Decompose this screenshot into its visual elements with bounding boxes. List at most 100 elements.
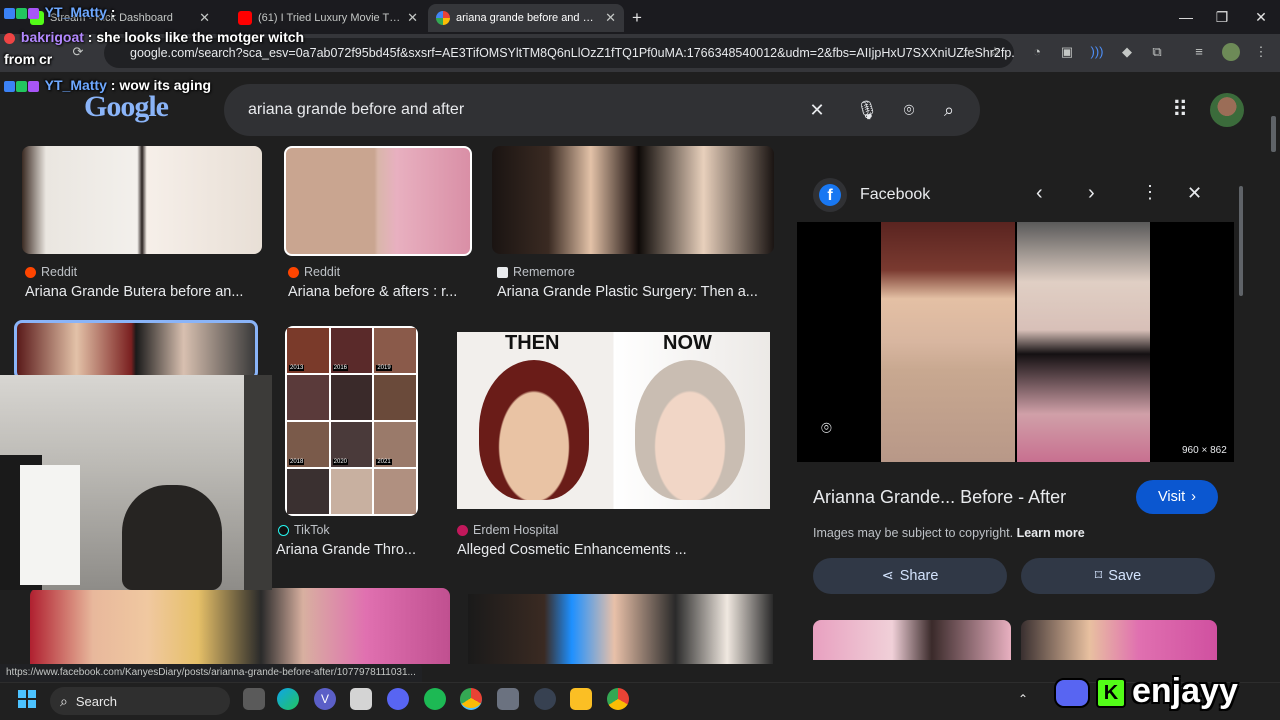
panel-title[interactable]: Arianna Grande... Before - After bbox=[813, 487, 1066, 508]
extension-media-icon[interactable]: ▣ bbox=[1058, 43, 1076, 61]
result-image-7[interactable] bbox=[468, 594, 773, 664]
page-scrollbar[interactable] bbox=[1271, 116, 1276, 152]
learn-more-link[interactable]: Learn more bbox=[1017, 526, 1085, 540]
visit-button[interactable]: Visit › bbox=[1136, 480, 1218, 514]
tab-youtube[interactable]: (61) I Tried Luxury Movie Theat ✕ bbox=[230, 4, 426, 32]
close-window-button[interactable]: ✕ bbox=[1243, 6, 1279, 28]
extension-eyes-icon[interactable]: ◔ bbox=[1028, 43, 1046, 61]
result-source-2[interactable]: Reddit bbox=[288, 265, 340, 279]
preview-image-frame[interactable]: ⌾ 960 × 862 bbox=[797, 222, 1234, 462]
tray-expand-icon[interactable]: ⌃ bbox=[1018, 692, 1028, 706]
save-button[interactable]: ⌑ Save bbox=[1021, 558, 1215, 594]
reload-icon[interactable]: ⟳ bbox=[69, 43, 87, 61]
result-source-3[interactable]: Rememore bbox=[497, 265, 575, 279]
extensions-puzzle-icon[interactable]: ⧉ bbox=[1148, 43, 1166, 61]
chat-badges-icon bbox=[4, 7, 39, 19]
search-icon[interactable]: ⌕ bbox=[936, 97, 962, 123]
image-dimensions: 960 × 862 bbox=[1182, 445, 1227, 456]
youtube-icon bbox=[238, 11, 252, 25]
source-label: Rememore bbox=[513, 265, 575, 279]
result-image-1[interactable] bbox=[22, 146, 262, 254]
snipping-tool-icon[interactable] bbox=[350, 688, 372, 710]
collage-cell: 2016 bbox=[330, 328, 373, 373]
brand-name: enjayy bbox=[1132, 672, 1238, 710]
google-logo[interactable]: Google bbox=[84, 90, 169, 124]
result-image-2[interactable] bbox=[284, 146, 472, 256]
lens-search-icon[interactable]: ⌾ bbox=[896, 97, 922, 123]
share-icon: ⋖ bbox=[881, 568, 894, 584]
next-image-icon[interactable]: › bbox=[1088, 182, 1095, 205]
edge-icon[interactable] bbox=[277, 688, 299, 710]
result-title-4[interactable]: Ariana Grande Thro... bbox=[276, 542, 426, 558]
media-controls-icon[interactable]: ≡ bbox=[1190, 43, 1208, 61]
related-image-1[interactable] bbox=[813, 620, 1011, 660]
result-source-4[interactable]: TikTok bbox=[278, 523, 330, 537]
minimize-button[interactable]: — bbox=[1168, 6, 1204, 28]
calculator-icon[interactable] bbox=[497, 688, 519, 710]
chrome-icon[interactable] bbox=[460, 688, 482, 710]
chrome-profile-icon[interactable] bbox=[607, 688, 629, 710]
share-label: Share bbox=[899, 568, 939, 584]
chrome-menu-icon[interactable]: ⋮ bbox=[1252, 43, 1270, 61]
erdem-icon bbox=[457, 524, 468, 536]
close-icon[interactable]: ✕ bbox=[199, 10, 210, 26]
maximize-button[interactable]: ❐ bbox=[1204, 6, 1240, 28]
source-label: Reddit bbox=[41, 265, 78, 279]
result-image-4-collage[interactable]: 2013 2016 2019 2018 2020 2021 bbox=[285, 326, 418, 516]
now-label: NOW bbox=[663, 332, 712, 354]
panel-source[interactable]: Facebook bbox=[860, 186, 930, 204]
result-image-5-then-now[interactable]: THEN NOW bbox=[457, 332, 770, 509]
clear-search-icon[interactable]: ✕ bbox=[804, 97, 830, 123]
close-icon[interactable]: ✕ bbox=[605, 10, 616, 26]
zoom-icon[interactable]: ⌕ bbox=[958, 43, 976, 61]
collage-cell bbox=[330, 375, 373, 420]
preview-after bbox=[1017, 222, 1150, 462]
google-apps-icon[interactable]: ⠿ bbox=[1168, 98, 1192, 122]
task-view-icon[interactable] bbox=[243, 688, 265, 710]
chat-text: from cr bbox=[4, 51, 53, 67]
panel-scrollbar[interactable] bbox=[1239, 186, 1243, 296]
extension-audio-icon[interactable]: ))) bbox=[1088, 43, 1106, 61]
chat-badges-icon bbox=[4, 80, 39, 92]
reddit-icon bbox=[25, 266, 36, 278]
result-image-3[interactable] bbox=[492, 146, 774, 254]
file-explorer-icon[interactable] bbox=[570, 688, 592, 710]
share-button[interactable]: ⋖ Share bbox=[813, 558, 1007, 594]
new-tab-button[interactable]: + bbox=[632, 8, 642, 28]
then-face bbox=[479, 360, 589, 500]
preview-before bbox=[881, 222, 1015, 462]
search-icon: ⌕ bbox=[60, 692, 68, 709]
related-image-2[interactable] bbox=[1021, 620, 1217, 660]
extension-diamond-icon[interactable]: ◆ bbox=[1118, 43, 1136, 61]
windows-start-icon[interactable] bbox=[16, 688, 38, 710]
voice-search-icon[interactable]: 🎙︎ bbox=[854, 97, 880, 123]
lens-icon[interactable]: ⌾ bbox=[821, 418, 832, 439]
profile-avatar[interactable] bbox=[1222, 43, 1240, 61]
clock-icon[interactable] bbox=[534, 688, 556, 710]
result-source-5[interactable]: Erdem Hospital bbox=[457, 523, 558, 537]
result-source-1[interactable]: Reddit bbox=[25, 265, 77, 279]
result-image-6[interactable] bbox=[30, 588, 450, 664]
chat-message-1: YT_Matty : bbox=[4, 4, 115, 20]
copyright-text: Images may be subject to copyright. bbox=[813, 526, 1014, 540]
discord-icon[interactable] bbox=[387, 688, 409, 710]
facebook-icon: f bbox=[813, 178, 847, 212]
tab-google-search[interactable]: ariana grande before and after ✕ bbox=[428, 4, 624, 32]
result-title-3[interactable]: Ariana Grande Plastic Surgery: Then a... bbox=[497, 284, 773, 300]
result-title-1[interactable]: Ariana Grande Butera before an... bbox=[25, 284, 257, 300]
previous-image-icon[interactable]: ‹ bbox=[1036, 182, 1043, 205]
spotify-icon[interactable] bbox=[424, 688, 446, 710]
close-icon[interactable]: ✕ bbox=[407, 10, 418, 26]
rememore-icon bbox=[497, 266, 508, 278]
result-title-2[interactable]: Ariana before & afters : r... bbox=[288, 284, 472, 300]
taskbar-search[interactable]: ⌕ Search bbox=[50, 687, 230, 715]
collage-cell bbox=[287, 469, 329, 514]
vivaldi-icon[interactable]: V bbox=[314, 688, 336, 710]
chat-message-3: YT_Matty : wow its aging bbox=[4, 77, 211, 93]
result-title-5[interactable]: Alleged Cosmetic Enhancements ... bbox=[457, 542, 717, 558]
google-account-avatar[interactable] bbox=[1210, 93, 1244, 127]
result-image-selected[interactable] bbox=[14, 320, 258, 380]
bookmark-star-icon[interactable]: ☆ bbox=[986, 43, 1004, 61]
close-panel-icon[interactable]: ✕ bbox=[1187, 183, 1202, 204]
more-options-icon[interactable]: ⋮ bbox=[1141, 182, 1159, 203]
